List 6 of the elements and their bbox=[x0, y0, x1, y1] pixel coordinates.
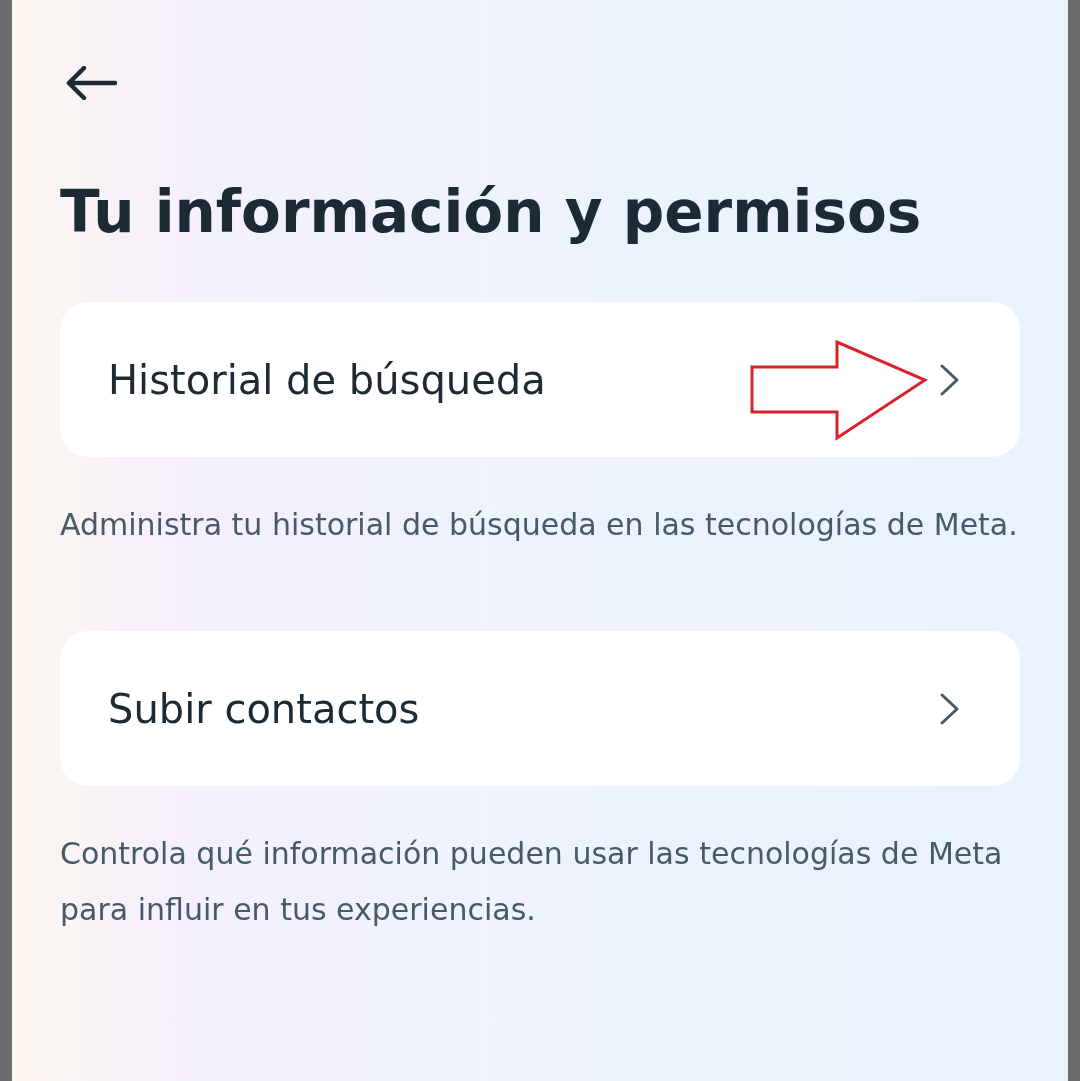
settings-row[interactable]: Historial de búsqueda bbox=[60, 302, 1020, 457]
row-description: Administra tu historial de búsqueda en las tecnologías de Meta. bbox=[60, 506, 1019, 544]
settings-row[interactable]: Subir contactos bbox=[60, 631, 1020, 786]
back-arrow-icon[interactable] bbox=[65, 66, 117, 100]
page-title: Tu información y permisos bbox=[60, 178, 923, 246]
row-description: Controla qué información pueden usar las tecnologías de Meta para influir en tus experiencias. bbox=[60, 835, 1004, 929]
